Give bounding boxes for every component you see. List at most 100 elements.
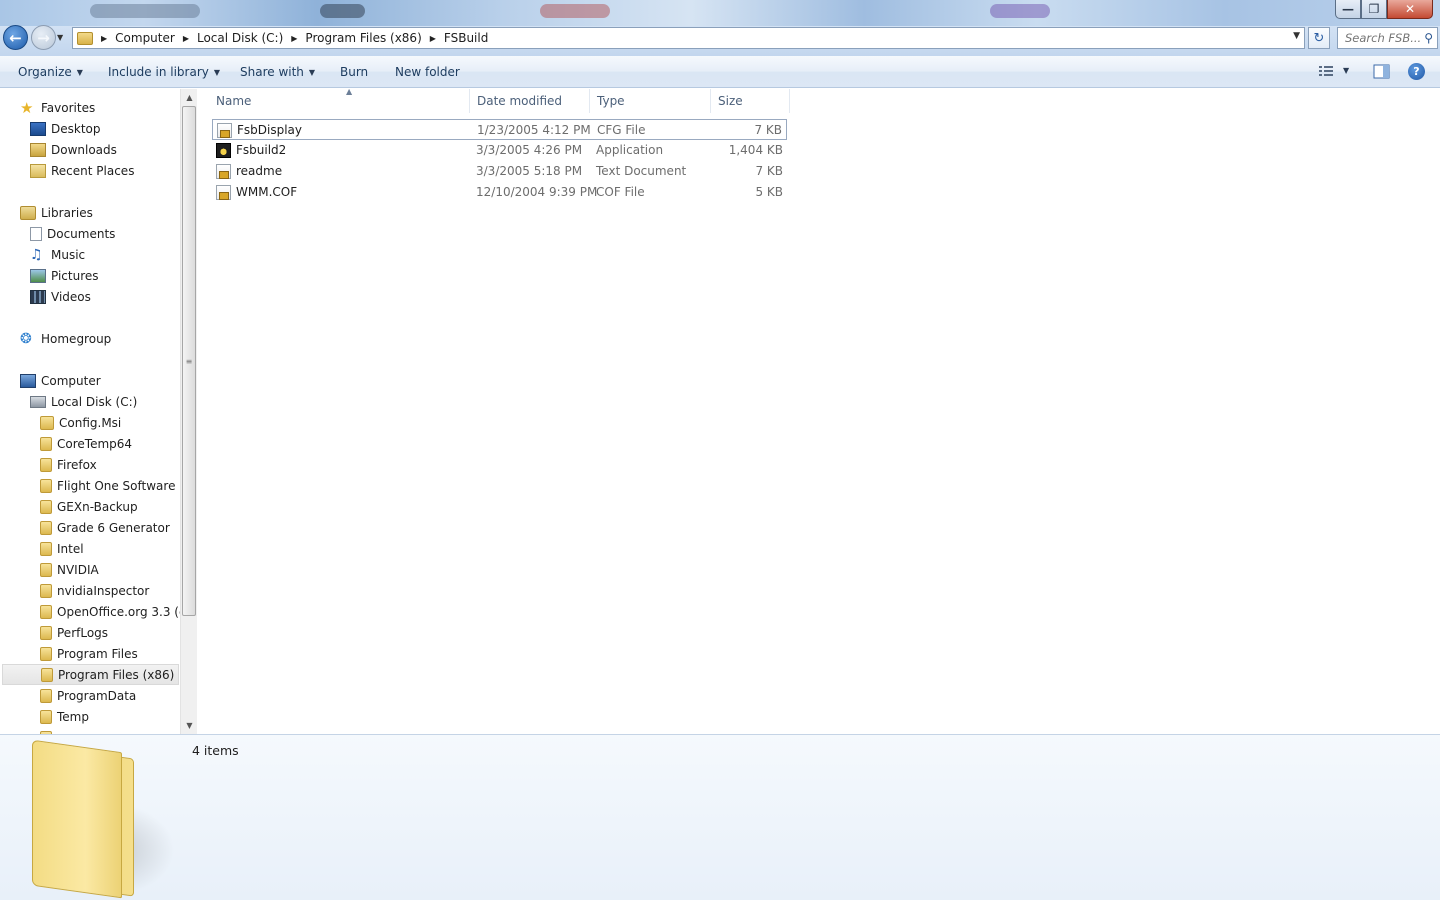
sidebar-item-label: Computer [41,373,101,388]
sidebar-item-label: NVIDIA [57,562,99,577]
sidebar-item-folder[interactable]: Firefox [40,454,97,475]
locked-file-icon [216,164,231,179]
chevron-right-icon[interactable]: ▶ [291,34,297,43]
sidebar-item-desktop[interactable]: Desktop [30,118,101,139]
sidebar-item-label: nvidiaInspector [57,583,150,598]
documents-icon [30,226,42,241]
include-in-library-button[interactable]: Include in library ▼ [108,65,220,79]
sidebar-item-folder[interactable]: CoreTemp64 [40,433,132,454]
table-row[interactable]: WMM.COF 12/10/2004 9:39 PM COF File 5 KB [212,182,787,203]
chevron-down-icon: ▼ [308,68,316,77]
chevron-right-icon[interactable]: ▶ [101,34,107,43]
chevron-right-icon[interactable]: ▶ [430,34,436,43]
folder-icon [40,709,52,724]
breadcrumb-fsbuild[interactable]: FSBuild [444,31,488,45]
sidebar-item-folder[interactable]: NVIDIA [40,559,99,580]
sidebar-item-local-disk[interactable]: Local Disk (C:) [30,391,137,412]
new-folder-button[interactable]: New folder [395,65,460,79]
computer-icon [20,373,36,388]
sidebar-item-computer[interactable]: Computer [20,370,101,391]
breadcrumb-local-disk[interactable]: Local Disk (C:) [197,31,283,45]
close-button[interactable]: ✕ [1387,0,1433,19]
file-name: FsbDisplay [237,123,303,137]
folder-icon [40,646,52,661]
breadcrumb-computer[interactable]: Computer [115,31,175,45]
videos-icon [30,289,46,304]
new-folder-label: New folder [395,65,460,79]
sidebar-item-label: Recent Places [51,163,135,178]
refresh-icon: ↻ [1313,30,1325,46]
sidebar-item-recent-places[interactable]: Recent Places [30,160,134,181]
sidebar-item-folder[interactable]: PerfLogs [40,622,108,643]
sidebar-item-folder[interactable]: Flight One Software [40,475,175,496]
folder-icon [77,31,93,45]
minimize-button[interactable]: — [1335,0,1361,19]
chevron-right-icon[interactable]: ▶ [183,34,189,43]
view-options-dropdown[interactable]: ▼ [1343,66,1349,75]
sidebar-item-homegroup[interactable]: ❂ Homegroup [20,328,111,349]
grip-icon: ≡ [185,356,193,366]
scrollbar-thumb[interactable]: ≡ [182,106,196,616]
details-pane: 4 items [0,734,1440,900]
search-icon[interactable]: ⚲ [1424,31,1433,45]
search-input[interactable] [1345,31,1425,45]
file-date: 3/3/2005 5:18 PM [476,164,583,178]
table-row[interactable]: readme 3/3/2005 5:18 PM Text Document 7 … [212,161,787,182]
table-row[interactable]: FsbDisplay 1/23/2005 4:12 PM CFG File 7 … [212,119,787,140]
sidebar-item-label: OpenOffice.org 3.3 (er [57,604,180,619]
sidebar-item-libraries[interactable]: Libraries [20,202,93,223]
sidebar-item-program-files-x86[interactable]: Program Files (x86) [2,664,179,685]
organize-button[interactable]: Organize ▼ [18,65,83,79]
sidebar-item-folder[interactable]: Program Files [40,643,138,664]
sidebar-item-folder[interactable]: Temp [40,706,89,727]
breadcrumb-program-files-x86[interactable]: Program Files (x86) [305,31,421,45]
sidebar-item-folder[interactable]: nvidiaInspector [40,580,149,601]
sidebar-item-folder-partial[interactable] [40,727,57,734]
sidebar-item-folder[interactable]: Intel [40,538,84,559]
sidebar-item-label: Firefox [57,457,97,472]
folder-icon [40,499,52,514]
sidebar-item-folder[interactable]: OpenOffice.org 3.3 (er [40,601,180,622]
forward-button[interactable]: → [31,25,56,50]
address-history-dropdown[interactable]: ▼ [1293,31,1300,41]
chevron-down-icon: ▼ [76,68,83,77]
column-header-type[interactable]: Type [589,89,711,113]
column-header-size[interactable]: Size [710,89,790,113]
sidebar-item-folder[interactable]: Grade 6 Generator [40,517,170,538]
sidebar-item-favorites[interactable]: ★ Favorites [20,97,95,118]
sidebar-item-music[interactable]: ♫ Music [30,244,85,265]
maximize-button[interactable]: ❐ [1361,0,1387,19]
column-header-name[interactable]: Name ▲ [208,87,470,113]
title-blur [990,4,1050,18]
sidebar-item-downloads[interactable]: Downloads [30,139,117,160]
address-bar[interactable]: ▶ Computer ▶ Local Disk (C:) ▶ Program F… [72,27,1305,49]
sidebar-item-folder[interactable]: ProgramData [40,685,136,706]
sidebar-item-label: Videos [51,289,91,304]
arrow-right-icon: → [37,28,50,47]
change-view-icon[interactable] [1318,64,1334,78]
preview-pane-icon[interactable] [1373,64,1390,79]
column-header-date[interactable]: Date modified [469,89,590,113]
sidebar-item-folder[interactable]: GEXn-Backup [40,496,138,517]
scroll-up-icon[interactable]: ▲ [181,89,198,106]
sidebar-item-folder[interactable]: Config.Msi [40,412,121,433]
file-type: CFG File [597,123,646,137]
pictures-icon [30,268,46,283]
file-name: Fsbuild2 [236,143,287,157]
scroll-down-icon[interactable]: ▼ [181,717,198,734]
sidebar-item-pictures[interactable]: Pictures [30,265,99,286]
share-with-button[interactable]: Share with ▼ [240,65,315,79]
sidebar-item-documents[interactable]: Documents [30,223,115,244]
sidebar-scrollbar[interactable]: ▲ ≡ ▼ [180,89,197,734]
file-name: WMM.COF [236,185,298,199]
sidebar-item-videos[interactable]: Videos [30,286,91,307]
chevron-down-icon: ▼ [213,68,221,77]
back-button[interactable]: ← [3,25,28,50]
large-folder-icon [30,739,175,899]
table-row[interactable]: Fsbuild2 3/3/2005 4:26 PM Application 1,… [212,140,787,161]
help-button[interactable]: ? [1408,63,1425,80]
search-box[interactable]: ⚲ [1337,27,1438,49]
burn-button[interactable]: Burn [340,65,368,79]
refresh-button[interactable]: ↻ [1308,27,1330,49]
recent-pages-dropdown[interactable]: ▼ [57,33,67,42]
